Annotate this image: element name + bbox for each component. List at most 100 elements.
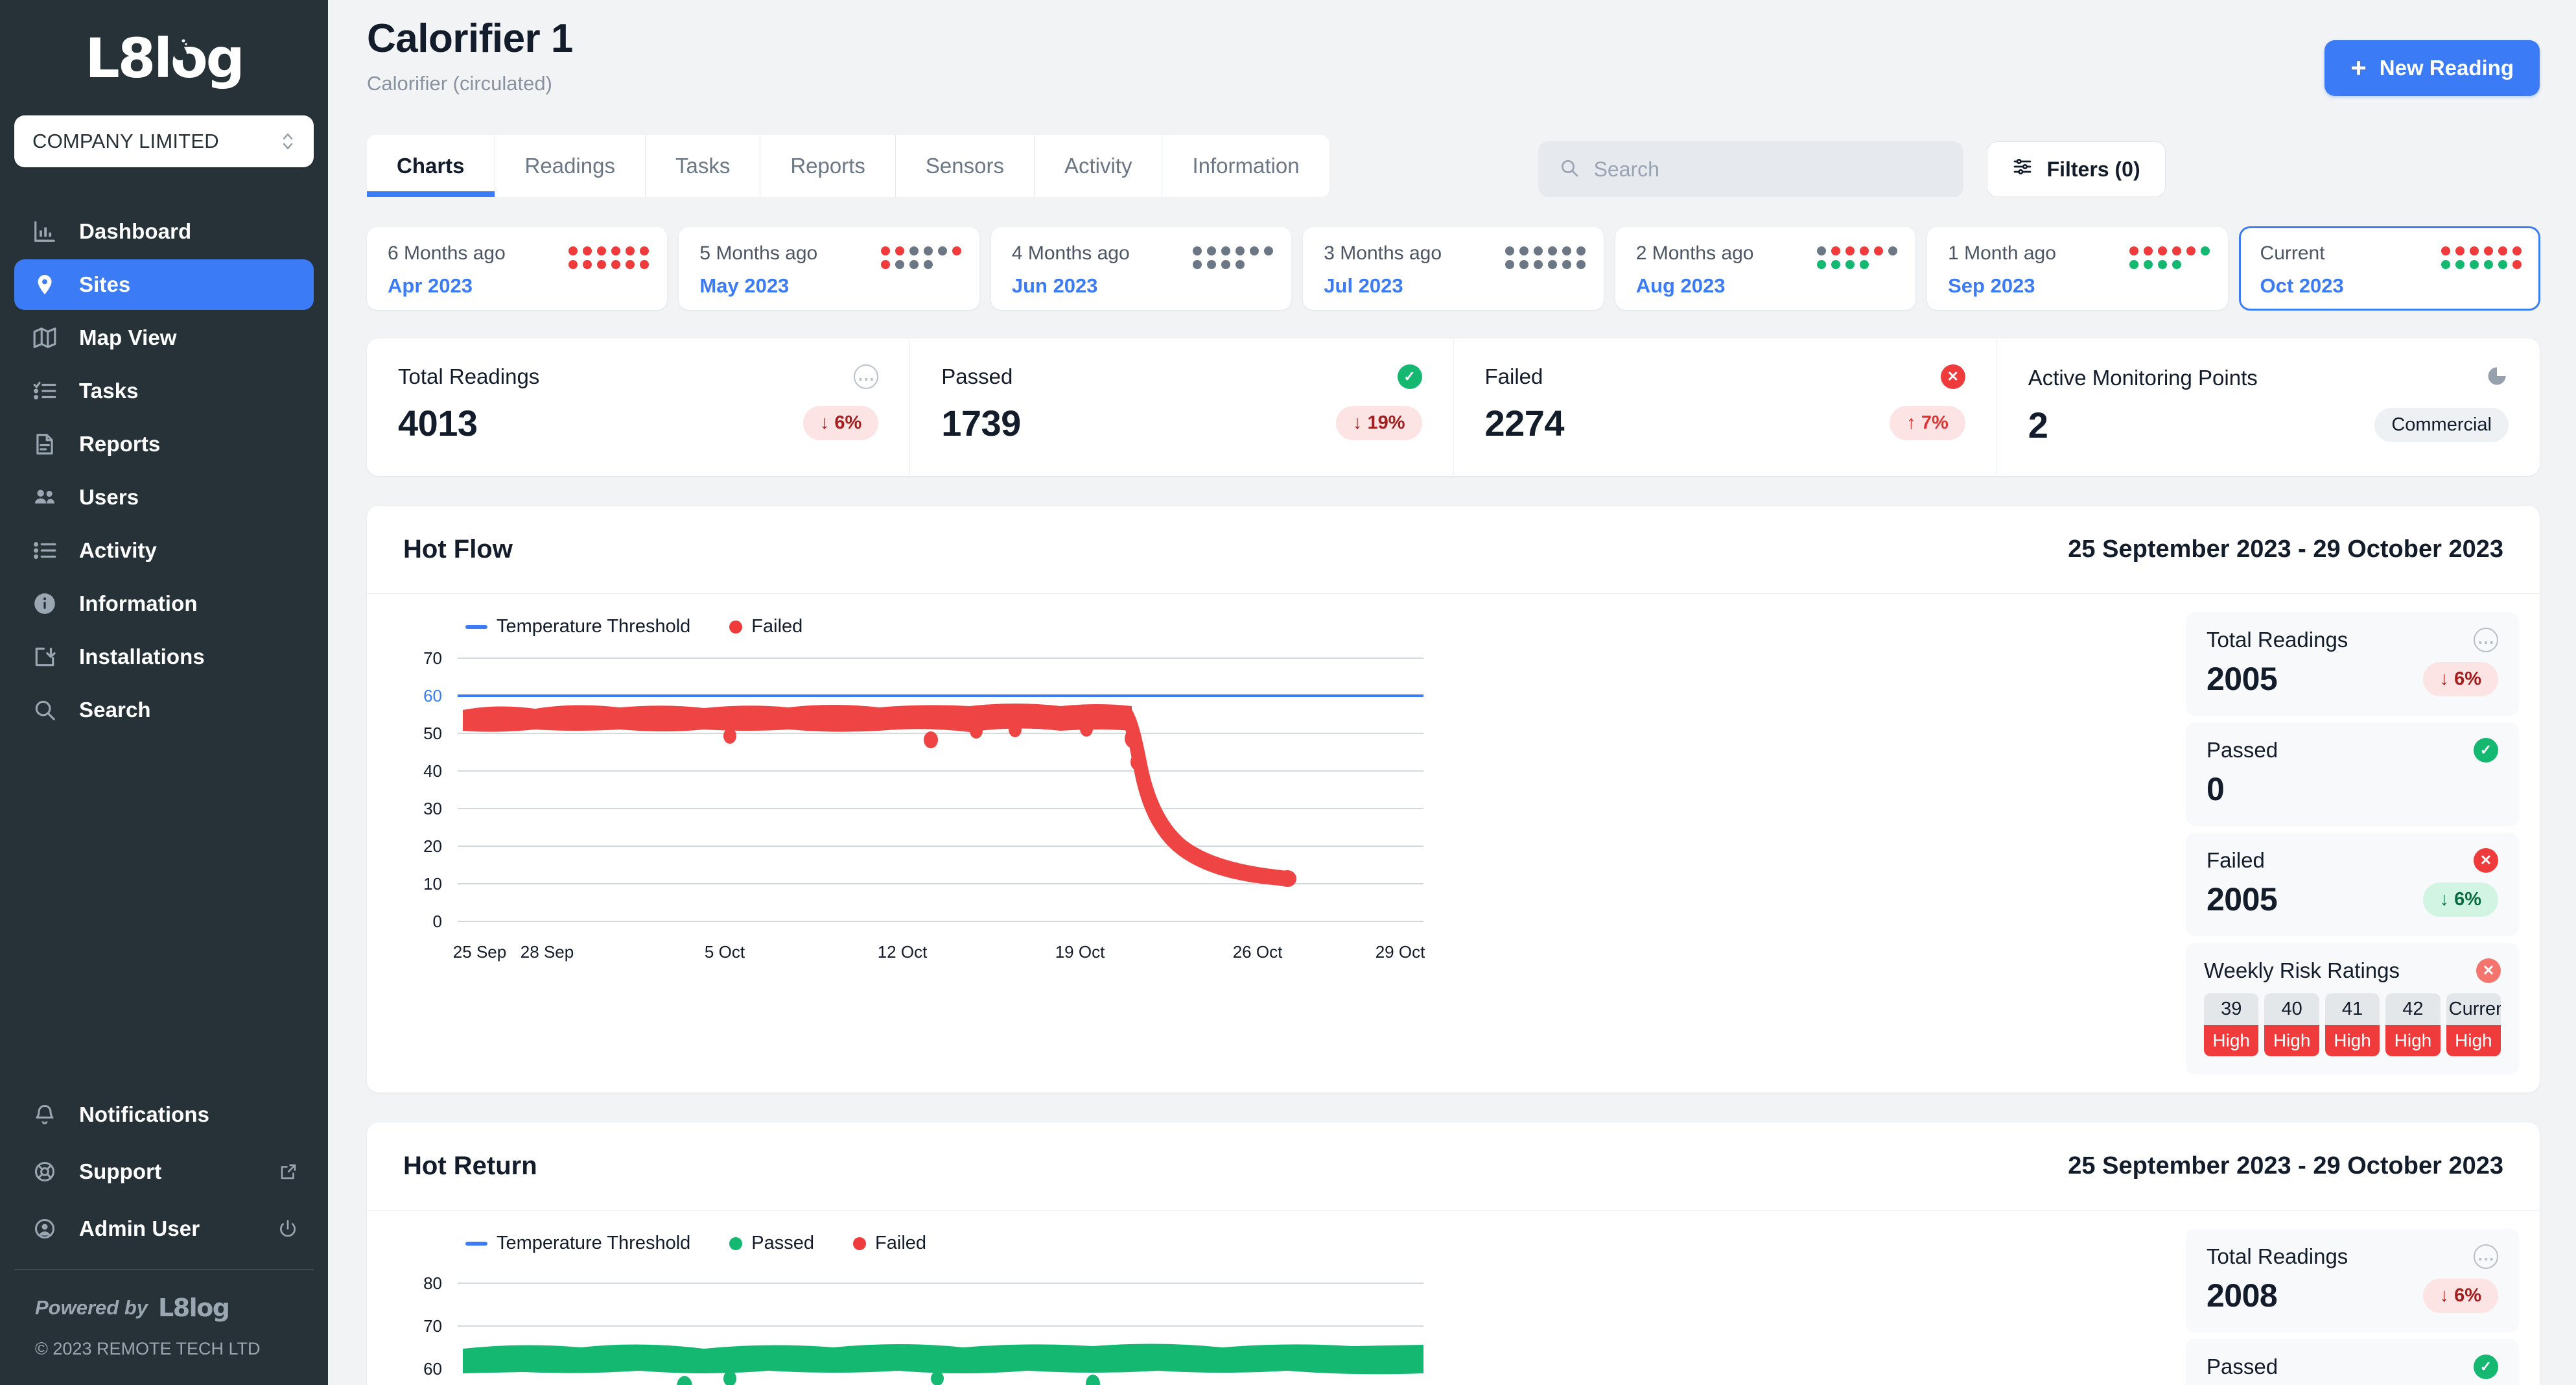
new-reading-button[interactable]: + New Reading [2324,40,2540,96]
kpi-value: 4013 [398,403,478,444]
stat-label: Total Readings [2207,1244,2348,1268]
month-chip-sep-2023[interactable]: 1 Month ago Sep 2023 [1927,227,2228,310]
status-dot [895,260,904,269]
status-dot [1547,260,1557,269]
status-dot [1817,260,1827,269]
status-dot [909,246,919,255]
status-dot [583,260,592,269]
kpi-label: Failed [1484,364,1543,388]
status-dot [1207,260,1217,269]
status-dot [2455,246,2465,255]
risk-week[interactable]: 41 High [2324,993,2380,1056]
legend-item-failed[interactable]: Failed [853,1233,926,1254]
month-chip-label: 2 Months ago [1635,243,1754,264]
month-chip-oct-2023[interactable]: Current Oct 2023 [2239,227,2540,310]
status-dot [1235,260,1245,269]
sidebar-item-sites[interactable]: Sites [14,259,314,310]
month-chip-month: May 2023 [699,274,790,297]
stat-failed: Failed ✕ 2005 ↓ 6% [2186,833,2519,936]
tab-information[interactable]: Information [1162,135,1329,197]
stat-value: 0 [2207,771,2225,807]
risk-week[interactable]: 42 High [2385,993,2441,1056]
status-dot [1831,246,1841,255]
external-link-icon[interactable] [279,1162,298,1181]
sidebar-item-label: Search [79,698,151,722]
kpi-label: Passed [941,364,1013,388]
sidebar-item-reports[interactable]: Reports [14,419,314,469]
tab-activity[interactable]: Activity [1034,135,1163,197]
legend-item-failed[interactable]: Failed [729,616,802,637]
tab-charts[interactable]: Charts [367,135,495,197]
kpi-delta: ↓ 19% [1335,406,1422,440]
stat-total-readings: Total Readings ⋯ 2008 ↓ 6% [2186,1229,2519,1332]
tab-tasks[interactable]: Tasks [645,135,761,197]
tab-reports[interactable]: Reports [760,135,896,197]
search-input[interactable] [1593,157,1943,182]
sidebar-item-label: Information [79,591,198,615]
filters-button[interactable]: Filters (0) [1986,141,2166,197]
x-circle-soft-icon: ✕ [2476,958,2501,983]
sidebar-item-admin-user[interactable]: Admin User [14,1205,314,1252]
sidebar-item-dashboard[interactable]: Dashboard [14,206,314,257]
dots-circle-icon: ⋯ [2474,628,2498,652]
risk-week[interactable]: 40 High [2264,993,2319,1056]
risk-title: Weekly Risk Ratings [2204,958,2400,982]
status-dot [2157,260,2167,269]
month-chip-aug-2023[interactable]: 2 Months ago Aug 2023 [1615,227,1916,310]
kpi-passed: Passed ✓ 1739 ↓ 19% [910,338,1454,476]
month-chip-jul-2023[interactable]: 3 Months ago Jul 2023 [1303,227,1604,310]
check-circle-icon: ✓ [2474,1355,2498,1379]
power-icon[interactable] [277,1218,298,1239]
sidebar-item-installations[interactable]: Installations [14,632,314,682]
tab-sensors[interactable]: Sensors [895,135,1035,197]
sidebar-item-notifications[interactable]: Notifications [14,1091,314,1138]
month-chip-may-2023[interactable]: 5 Months ago May 2023 [679,227,979,310]
month-chip-label: 3 Months ago [1324,243,1442,264]
month-chip-apr-2023[interactable]: 6 Months ago Apr 2023 [367,227,668,310]
month-chip-dots [2441,243,2522,269]
risk-week[interactable]: Current High [2446,993,2501,1056]
dots-circle-icon: ⋯ [2474,1244,2498,1269]
sidebar-item-information[interactable]: Information [14,578,314,629]
sidebar-item-label: Support [79,1159,162,1183]
sidebar-item-support[interactable]: Support [14,1148,314,1195]
sidebar-item-map-view[interactable]: Map View [14,313,314,363]
legend-item-temperature-threshold[interactable]: Temperature Threshold [465,616,690,637]
status-dot [1831,260,1841,269]
org-selector[interactable]: COMPANY LIMITED [14,115,314,167]
powered-by: Powered by L8log [0,1270,328,1322]
chart-date-range: 25 September 2023 - 29 October 2023 [2068,536,2503,563]
status-dot [640,246,650,255]
sidebar-item-label: Sites [79,272,131,296]
month-chip-label: 5 Months ago [699,243,818,264]
legend-dot-swatch [729,1237,743,1250]
sidebar-item-users[interactable]: Users [14,472,314,523]
status-dot [880,260,890,269]
chevron-updown-icon [280,130,296,152]
status-dot [909,260,919,269]
kpi-value: 1739 [941,403,1021,444]
filters-icon [2012,156,2033,182]
sidebar: L8lo g COMPANY LIMITED Dashboard Sites Ma… [0,0,328,1385]
risk-week[interactable]: 39 High [2204,993,2259,1056]
status-dot [611,246,621,255]
kpi-delta: ↓ 6% [802,406,879,440]
svg-text:70: 70 [423,648,442,668]
status-dot [583,246,592,255]
month-chip-jun-2023[interactable]: 4 Months ago Jun 2023 [990,227,1292,310]
status-dot [597,246,607,255]
sidebar-item-tasks[interactable]: Tasks [14,366,314,416]
stat-total-readings: Total Readings ⋯ 2005 ↓ 6% [2186,612,2519,716]
list-icon [30,536,60,565]
stat-passed: Passed ✓ 1739 ↓ 19% [2186,1339,2519,1385]
page-subtitle: Calorifier (circulated) [367,72,552,95]
bell-icon [30,1100,60,1130]
month-chip-label: 1 Month ago [1948,243,2056,264]
sidebar-item-search[interactable]: Search [14,685,314,735]
sidebar-item-activity[interactable]: Activity [14,525,314,576]
search-box[interactable] [1538,141,1963,197]
status-dot [2200,246,2210,255]
legend-item-temperature-threshold[interactable]: Temperature Threshold [465,1233,690,1254]
legend-item-passed[interactable]: Passed [729,1233,814,1254]
tab-readings[interactable]: Readings [495,135,646,197]
